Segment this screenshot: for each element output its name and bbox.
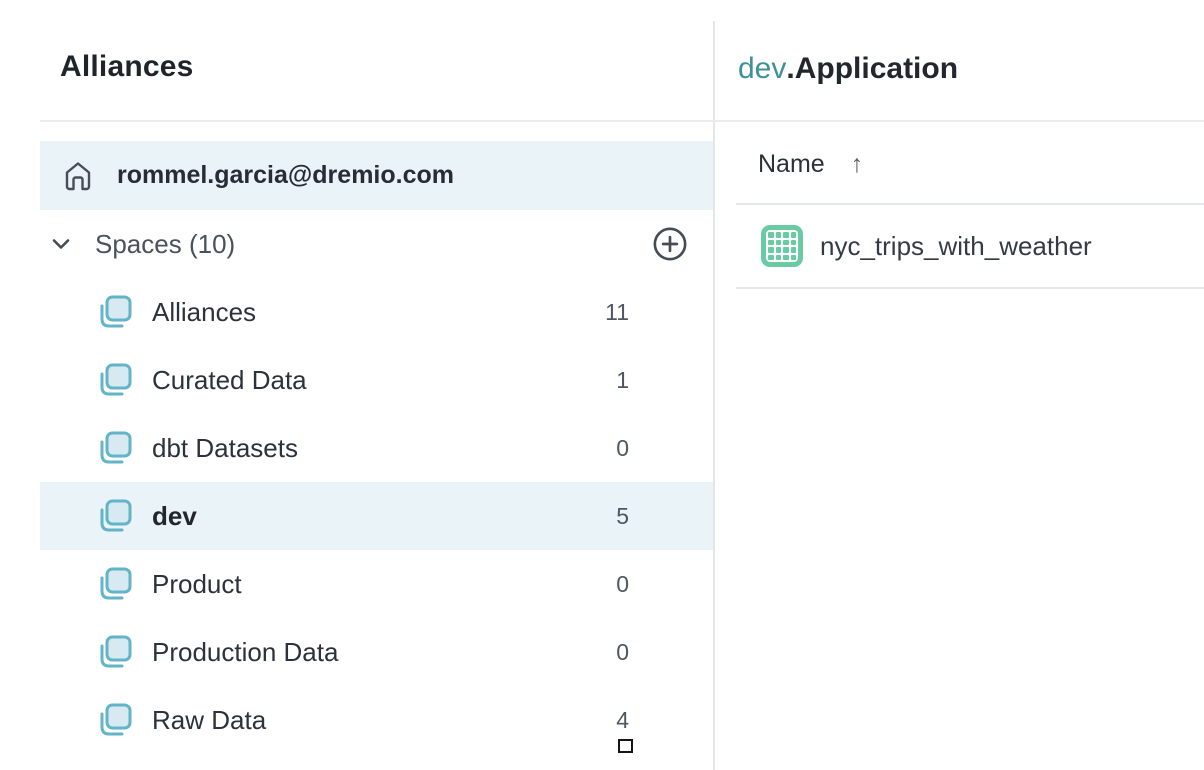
sidebar-space-production-data[interactable]: Production Data 0	[40, 618, 713, 686]
space-icon	[95, 497, 133, 535]
plus-circle-icon	[652, 226, 688, 262]
space-label: Raw Data	[152, 705, 266, 736]
sidebar-item-home[interactable]: rommel.garcia@dremio.com	[40, 141, 713, 210]
space-label: Curated Data	[152, 365, 307, 396]
page-title: Alliances	[60, 50, 194, 83]
space-count: 0	[616, 435, 629, 462]
main-panel: dev.Application Name ↑ nyc_trips_with_we…	[715, 0, 1204, 770]
home-item-label: rommel.garcia@dremio.com	[117, 161, 454, 190]
space-icon	[95, 429, 133, 467]
space-label: Production Data	[152, 637, 338, 668]
column-header-name[interactable]: Name ↑	[758, 150, 863, 179]
dataset-row-nyc-trips-with-weather[interactable]: nyc_trips_with_weather	[736, 205, 1204, 289]
space-label: dev	[152, 501, 197, 532]
breadcrumb-current: .Application	[786, 52, 958, 85]
spaces-list: Alliances 11 Curated Data 1 dbt Datasets 0 dev…	[40, 278, 713, 754]
sidebar-section-spaces[interactable]: Spaces (10)	[40, 210, 713, 278]
space-label: Alliances	[152, 297, 256, 328]
add-space-button[interactable]	[652, 226, 688, 262]
space-count: 4	[616, 707, 629, 734]
space-count: 0	[616, 571, 629, 598]
space-label: Product	[152, 569, 242, 600]
space-icon	[95, 361, 133, 399]
space-label: dbt Datasets	[152, 433, 298, 464]
home-icon	[60, 158, 96, 194]
sidebar-rows: rommel.garcia@dremio.com Spaces (10) All…	[40, 141, 713, 754]
column-header-name-label: Name	[758, 150, 825, 179]
space-count: 0	[616, 639, 629, 666]
space-count: 11	[605, 299, 629, 326]
spaces-section-label: Spaces (10)	[95, 229, 235, 260]
sidebar-space-raw-data[interactable]: Raw Data 4	[40, 686, 713, 754]
sidebar-title-divider	[40, 120, 713, 122]
space-icon	[95, 565, 133, 603]
space-count: 1	[616, 367, 629, 394]
sidebar-space-alliances[interactable]: Alliances 11	[40, 278, 713, 346]
breadcrumb: dev.Application	[738, 52, 958, 85]
sidebar: Alliances rommel.garcia@dremio.com Space…	[0, 0, 713, 770]
sidebar-space-product[interactable]: Product 0	[40, 550, 713, 618]
stray-caret-square	[618, 739, 633, 753]
sidebar-space-dbt-datasets[interactable]: dbt Datasets 0	[40, 414, 713, 482]
sidebar-space-curated-data[interactable]: Curated Data 1	[40, 346, 713, 414]
space-icon	[95, 633, 133, 671]
space-icon	[95, 293, 133, 331]
dataset-list: nyc_trips_with_weather	[736, 205, 1204, 289]
breadcrumb-space-link[interactable]: dev	[738, 52, 786, 85]
chevron-down-icon[interactable]	[50, 233, 72, 255]
dataset-name: nyc_trips_with_weather	[820, 231, 1092, 262]
sidebar-space-dev[interactable]: dev 5	[40, 482, 713, 550]
space-icon	[95, 701, 133, 739]
main-header-divider	[713, 120, 1204, 122]
dataset-grid-icon	[761, 225, 803, 267]
space-count: 5	[616, 503, 629, 530]
sort-ascending-icon: ↑	[851, 150, 864, 179]
